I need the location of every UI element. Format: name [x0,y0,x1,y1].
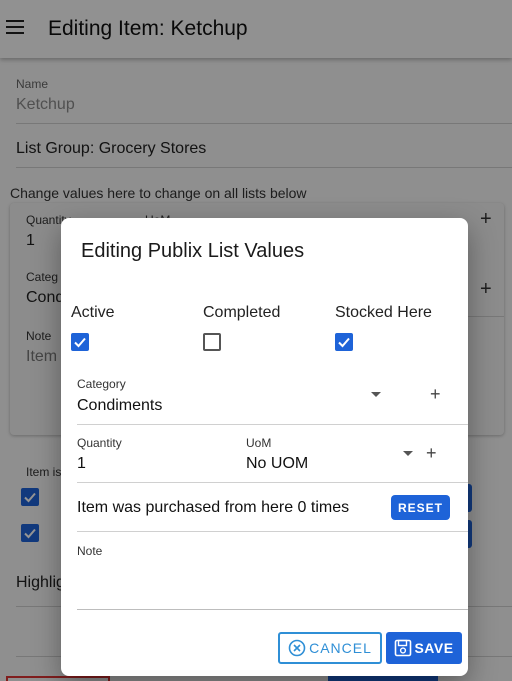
category-label: Category [77,377,126,391]
save-icon [395,639,412,657]
chevron-down-icon[interactable] [403,451,413,456]
edit-list-values-dialog: Editing Publix List Values Active Comple… [61,218,468,676]
check-icon [338,337,350,348]
note-field[interactable] [77,562,468,609]
purchase-count-text: Item was purchased from here 0 times [77,499,350,516]
purchased-divider [77,531,468,532]
note-underline [77,609,468,610]
category-underline [77,424,468,425]
cancel-button[interactable]: CANCEL [278,632,382,664]
cancel-circle-icon [288,639,306,657]
quantity-field[interactable]: 1 [77,455,86,473]
save-button-label: SAVE [414,640,454,656]
check-icon [74,337,86,348]
add-category-plus-icon[interactable]: + [430,384,441,405]
category-select[interactable]: Condiments [77,397,162,415]
stocked-here-checkbox[interactable] [335,333,353,351]
add-uom-plus-icon[interactable]: + [426,443,437,464]
active-label: Active [71,304,115,321]
chevron-down-icon[interactable] [371,392,381,397]
stocked-here-label: Stocked Here [335,304,432,321]
completed-checkbox[interactable] [203,333,221,351]
save-button[interactable]: SAVE [386,632,462,664]
cancel-button-label: CANCEL [309,640,372,656]
reset-button[interactable]: RESET [391,495,450,520]
uom-label: UoM [246,436,272,450]
active-checkbox[interactable] [71,333,89,351]
quantity-label: Quantity [77,436,122,450]
uom-select[interactable]: No UOM [246,455,308,473]
quantity-uom-underline [77,482,468,483]
completed-label: Completed [203,304,281,321]
dialog-title: Editing Publix List Values [81,240,305,262]
note-label: Note [77,544,103,558]
